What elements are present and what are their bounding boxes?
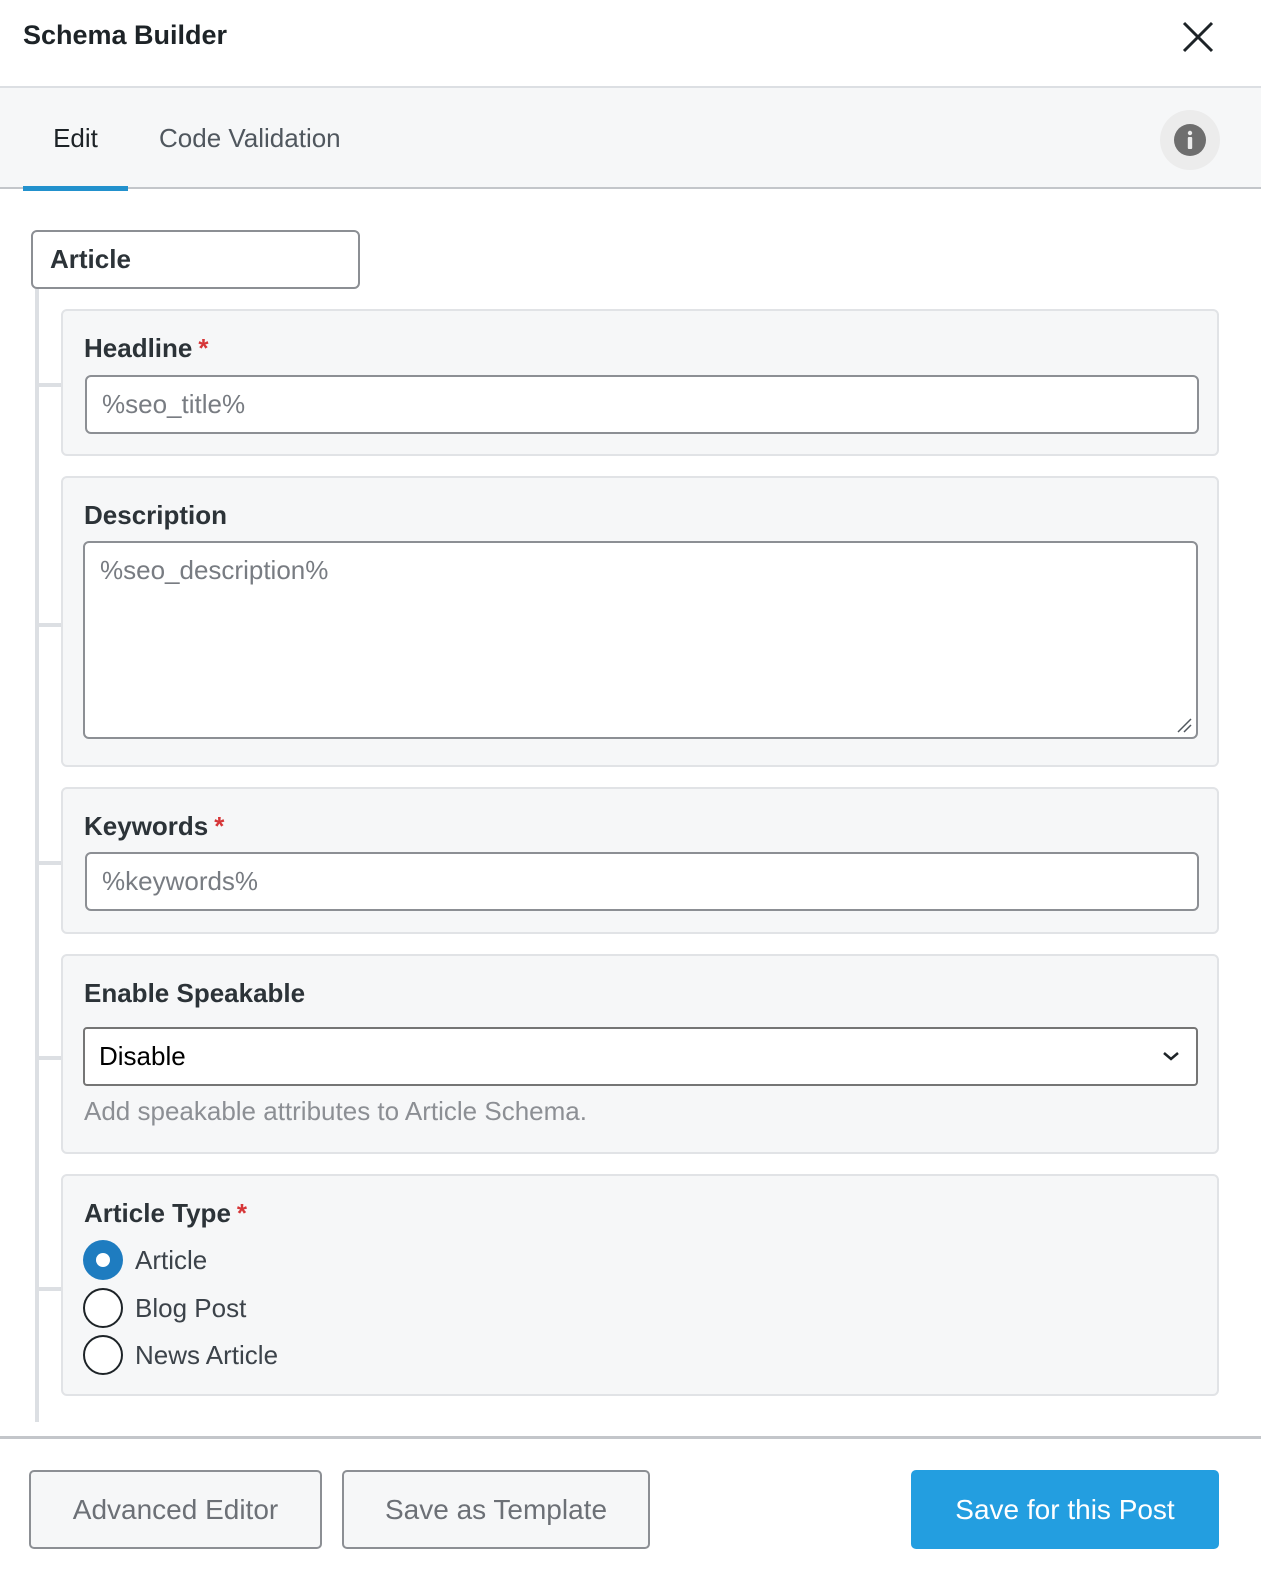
required-marker: *: [236, 1198, 248, 1228]
tree-branch: [35, 861, 61, 865]
field-card-speakable: Enable Speakable Disable Add speakable a…: [61, 954, 1219, 1154]
save-for-post-button[interactable]: Save for this Post: [911, 1470, 1219, 1549]
field-card-description: Description %seo_description%: [61, 476, 1219, 767]
keywords-label: Keywords *: [84, 811, 225, 841]
radio-option-news-article[interactable]: News Article: [83, 1334, 278, 1376]
schema-type-box[interactable]: Article: [31, 230, 360, 289]
schema-editor: Article Headline * %seo_title% Descriptio…: [0, 190, 1261, 1436]
speakable-selected-value: Disable: [99, 1041, 186, 1071]
headline-input[interactable]: %seo_title%: [85, 375, 1199, 434]
resize-handle-icon[interactable]: [1176, 717, 1192, 733]
info-icon: [1174, 124, 1206, 156]
tree-branch: [35, 1056, 61, 1060]
keywords-input[interactable]: %keywords%: [85, 852, 1199, 911]
headline-label: Headline *: [84, 333, 209, 363]
info-button[interactable]: [1160, 110, 1220, 170]
speakable-select[interactable]: Disable: [83, 1027, 1198, 1086]
field-card-keywords: Keywords * %keywords%: [61, 787, 1219, 934]
advanced-editor-button[interactable]: Advanced Editor: [29, 1470, 322, 1549]
tree-branch: [35, 623, 61, 627]
article-type-label: Article Type *: [84, 1198, 248, 1228]
radio-option-blog-post[interactable]: Blog Post: [83, 1287, 246, 1329]
field-card-article-type: Article Type * Article Blog Post News Art…: [61, 1174, 1219, 1396]
modal-title: Schema Builder: [23, 20, 228, 50]
required-marker: *: [198, 333, 209, 363]
save-as-template-button[interactable]: Save as Template: [342, 1470, 650, 1549]
description-textarea[interactable]: %seo_description%: [83, 541, 1198, 739]
speakable-label: Enable Speakable: [84, 978, 306, 1008]
radio-label: News Article: [135, 1339, 279, 1370]
close-icon: [1182, 21, 1214, 53]
field-card-headline: Headline * %seo_title%: [61, 309, 1219, 456]
tab-code-validation[interactable]: Code Validation: [159, 88, 341, 189]
radio-button[interactable]: [83, 1335, 123, 1375]
tab-edit[interactable]: Edit: [23, 88, 128, 191]
modal-footer: Advanced Editor Save as Template Save fo…: [0, 1436, 1261, 1580]
radio-label: Article: [135, 1244, 208, 1275]
radio-button-checked[interactable]: [83, 1240, 123, 1280]
tree-line: [35, 289, 39, 1422]
tree-branch: [35, 1287, 61, 1291]
radio-label: Blog Post: [135, 1292, 247, 1323]
radio-option-article[interactable]: Article: [83, 1239, 207, 1281]
close-button[interactable]: [1178, 17, 1218, 57]
chevron-down-icon: [1163, 1052, 1179, 1061]
tree-branch: [35, 383, 61, 387]
modal-header: Schema Builder: [0, 0, 1261, 88]
tab-bar: Edit Code Validation: [0, 88, 1261, 191]
radio-button[interactable]: [83, 1288, 123, 1328]
description-value: %seo_description%: [100, 555, 329, 585]
required-marker: *: [214, 811, 225, 841]
speakable-help-text: Add speakable attributes to Article Sche…: [84, 1096, 587, 1126]
description-label: Description: [84, 500, 228, 530]
